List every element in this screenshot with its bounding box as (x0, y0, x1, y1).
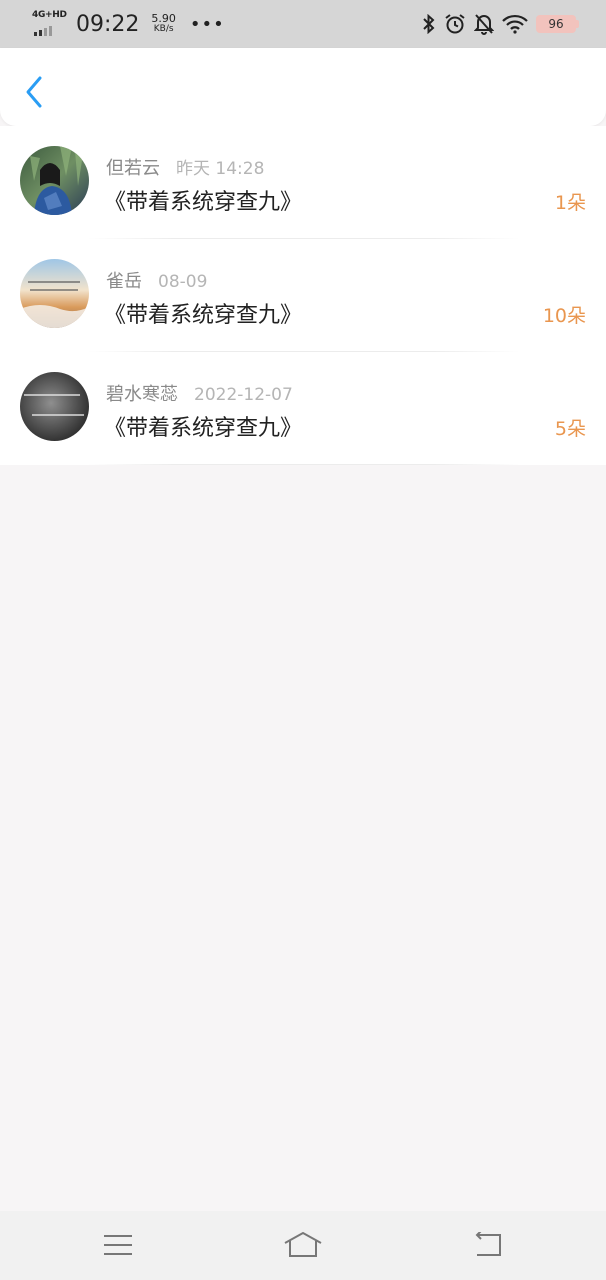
speed-unit: KB/s (153, 24, 174, 34)
home-icon (284, 1232, 322, 1257)
system-navbar (0, 1211, 606, 1280)
network-type: 4G+HD (32, 10, 67, 20)
signal-icon: 4G+HD (32, 10, 68, 38)
chevron-left-icon (26, 76, 42, 108)
list-item[interactable]: 雀岳 08-09 《带着系统穿查九》 10朵 (0, 239, 606, 352)
list-item[interactable]: 碧水寒蕊 2022-12-07 《带着系统穿查九》 5朵 (0, 352, 606, 465)
divider (88, 464, 520, 465)
status-left: 4G+HD 09:22 5.90 KB/s ••• (32, 10, 225, 38)
menu-button[interactable] (98, 1229, 138, 1261)
user-name: 雀岳 (106, 271, 142, 292)
status-right: 96 (422, 13, 579, 35)
item-date: 昨天 14:28 (176, 159, 265, 179)
avatar[interactable] (20, 259, 89, 328)
back-nav-button[interactable] (467, 1229, 507, 1261)
flower-count: 1朵 (554, 192, 586, 214)
item-meta: 但若云 昨天 14:28 (106, 154, 264, 180)
user-name: 碧水寒蕊 (106, 384, 178, 405)
more-notifications-icon: ••• (189, 13, 225, 35)
book-title: 《带着系统穿查九》 (104, 303, 303, 328)
mute-bell-icon (474, 14, 494, 35)
user-name: 但若云 (106, 158, 160, 179)
bluetooth-icon (423, 14, 435, 34)
book-title: 《带着系统穿查九》 (104, 416, 303, 441)
item-meta: 雀岳 08-09 (106, 267, 207, 293)
battery-icon: 96 (536, 15, 579, 33)
back-button[interactable] (18, 70, 50, 114)
home-button[interactable] (283, 1229, 323, 1261)
header (0, 48, 606, 126)
status-bar: 4G+HD 09:22 5.90 KB/s ••• 96 (0, 0, 606, 48)
gift-record-list: 但若云 昨天 14:28 《带着系统穿查九》 1朵 雀岳 08-09 《带着系统… (0, 126, 606, 465)
wifi-icon (502, 14, 528, 34)
item-meta: 碧水寒蕊 2022-12-07 (106, 380, 293, 406)
speed-value: 5.90 (151, 12, 176, 25)
alarm-icon (445, 14, 465, 34)
clock: 09:22 (76, 11, 140, 37)
back-arrow-icon (475, 1232, 501, 1256)
flower-count: 5朵 (554, 418, 586, 440)
list-item[interactable]: 但若云 昨天 14:28 《带着系统穿查九》 1朵 (0, 126, 606, 239)
network-speed: 5.90 KB/s (151, 13, 176, 35)
item-date: 08-09 (158, 272, 208, 292)
menu-icon (104, 1235, 132, 1255)
flower-count: 10朵 (542, 305, 586, 327)
item-date: 2022-12-07 (194, 385, 293, 405)
avatar[interactable] (20, 372, 89, 441)
book-title: 《带着系统穿查九》 (104, 190, 303, 215)
avatar[interactable] (20, 146, 89, 215)
